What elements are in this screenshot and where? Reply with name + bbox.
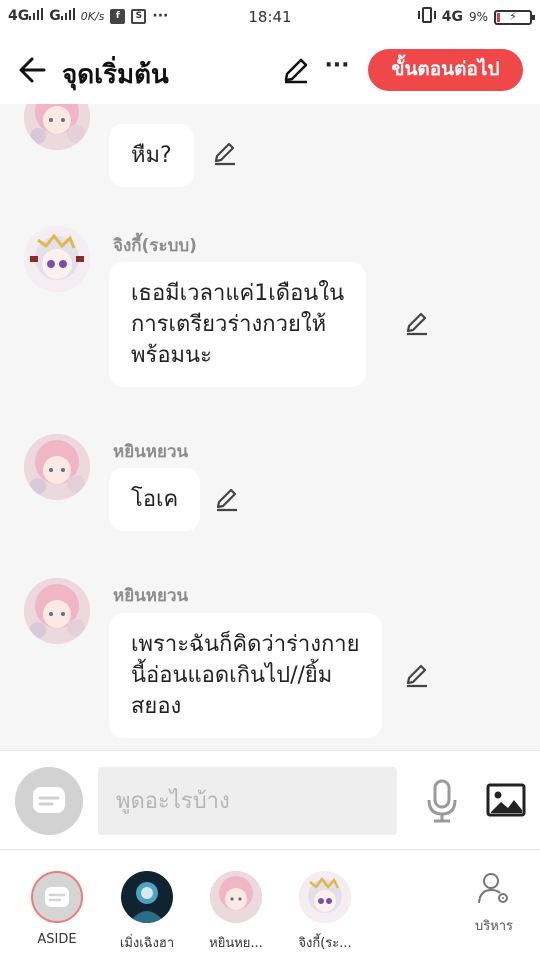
character-item[interactable]: หยินหย... <box>191 869 281 953</box>
image-icon <box>486 783 526 817</box>
image-button[interactable] <box>486 782 526 818</box>
avatar[interactable] <box>24 578 90 644</box>
status-bar: 4G G 0K/s f S ··· 18:41 4G 9% ⚡ <box>0 0 540 36</box>
edit-message-icon[interactable] <box>404 310 430 336</box>
top-app-bar: จุดเริ่มต้น ··· ขั้นตอนต่อไป <box>0 36 540 104</box>
message-line: หืม? <box>131 143 172 168</box>
character-item[interactable]: เมิ่งเฉิงฮา <box>102 869 192 953</box>
character-item[interactable]: จิงกี้(ระ... <box>280 869 370 953</box>
chat-bubble-icon <box>45 887 69 907</box>
avatar-pink-girl-icon <box>24 434 90 500</box>
character-name: จิงกี้(ระ... <box>298 936 352 951</box>
edit-message-icon[interactable] <box>214 486 240 512</box>
sender-name: จิงกี้(ระบบ) <box>113 236 197 256</box>
message-line: เธอมีเวลาแค่1เดือนใน <box>131 281 345 306</box>
sender-name: หยินหยวน <box>113 586 189 606</box>
character-name: หยินหย... <box>209 936 263 951</box>
chat-list[interactable]: หืม? จิงกี้(ระบบ) เธอมีเวลาแค่1เดือนใน ก… <box>0 104 540 750</box>
message-bubble[interactable]: โอเค <box>109 468 201 531</box>
vibrate-icon <box>417 7 436 27</box>
message-input[interactable] <box>98 767 397 835</box>
avatar[interactable] <box>24 104 90 150</box>
manage-label: บริหาร <box>474 919 514 934</box>
edit-message-icon[interactable] <box>404 662 430 688</box>
avatar-chibi-girl-icon <box>299 871 351 923</box>
avatar <box>121 871 173 923</box>
avatar[interactable] <box>24 226 90 292</box>
message-line: สยอง <box>131 694 182 719</box>
character-aside[interactable]: ASIDE <box>12 869 102 947</box>
next-step-button[interactable]: ขั้นตอนต่อไป <box>368 49 523 91</box>
message-line: การเตรียวร่างกวยให้ <box>131 312 327 337</box>
aside-toggle-button[interactable] <box>15 767 83 835</box>
back-button[interactable] <box>14 52 50 88</box>
avatar-pink-girl-icon <box>24 578 90 644</box>
character-name: ASIDE <box>37 932 77 947</box>
message-bubble[interactable]: เพราะฉันก็คิดว่าร่างกาย นี้อ่อนแอดเกินไป… <box>109 613 382 738</box>
edit-button[interactable] <box>282 56 310 84</box>
battery-percent: 9% <box>468 10 488 24</box>
message-bubble[interactable]: หืม? <box>109 124 194 187</box>
avatar-pink-girl-icon <box>210 871 262 923</box>
edit-message-icon[interactable] <box>212 140 238 166</box>
message-line: นี้อ่อนแอดเกินไป//ยิ้ม <box>131 663 333 688</box>
pencil-icon <box>284 58 308 84</box>
avatar[interactable] <box>24 434 90 500</box>
microphone-icon <box>427 779 457 823</box>
avatar-dark-figure-icon <box>121 871 173 923</box>
user-settings-icon <box>478 873 508 904</box>
charging-icon: ⚡ <box>509 9 517 23</box>
message-line: พร้อมนะ <box>131 343 212 368</box>
chat-bubble-icon <box>33 787 65 813</box>
voice-input-button[interactable] <box>424 778 460 824</box>
avatar <box>210 871 262 923</box>
message-composer <box>0 750 540 850</box>
aside-avatar <box>31 871 83 923</box>
message-bubble[interactable]: เธอมีเวลาแค่1เดือนใน การเตรียวร่างกวยให้… <box>109 262 367 387</box>
avatar-chibi-girl-icon <box>24 226 90 292</box>
sender-name: หยินหยวน <box>113 442 189 462</box>
network-type: 4G <box>441 9 463 25</box>
more-options-button[interactable]: ··· <box>322 54 352 84</box>
battery-icon: ⚡ <box>494 9 535 25</box>
message-line: โอเค <box>131 487 179 512</box>
manage-button[interactable]: บริหาร <box>458 871 530 936</box>
avatar <box>299 871 351 923</box>
avatar-pink-girl-icon <box>24 104 90 150</box>
character-bar: ASIDE เมิ่งเฉิงฮา หยินหย... จิงกี้(ระ...… <box>0 851 540 960</box>
character-name: เมิ่งเฉิงฮา <box>119 936 175 951</box>
message-line: เพราะฉันก็คิดว่าร่างกาย <box>131 632 360 657</box>
page-title: จุดเริ่มต้น <box>62 60 169 90</box>
status-right: 4G 9% ⚡ <box>417 7 535 27</box>
back-arrow-icon <box>19 57 46 83</box>
